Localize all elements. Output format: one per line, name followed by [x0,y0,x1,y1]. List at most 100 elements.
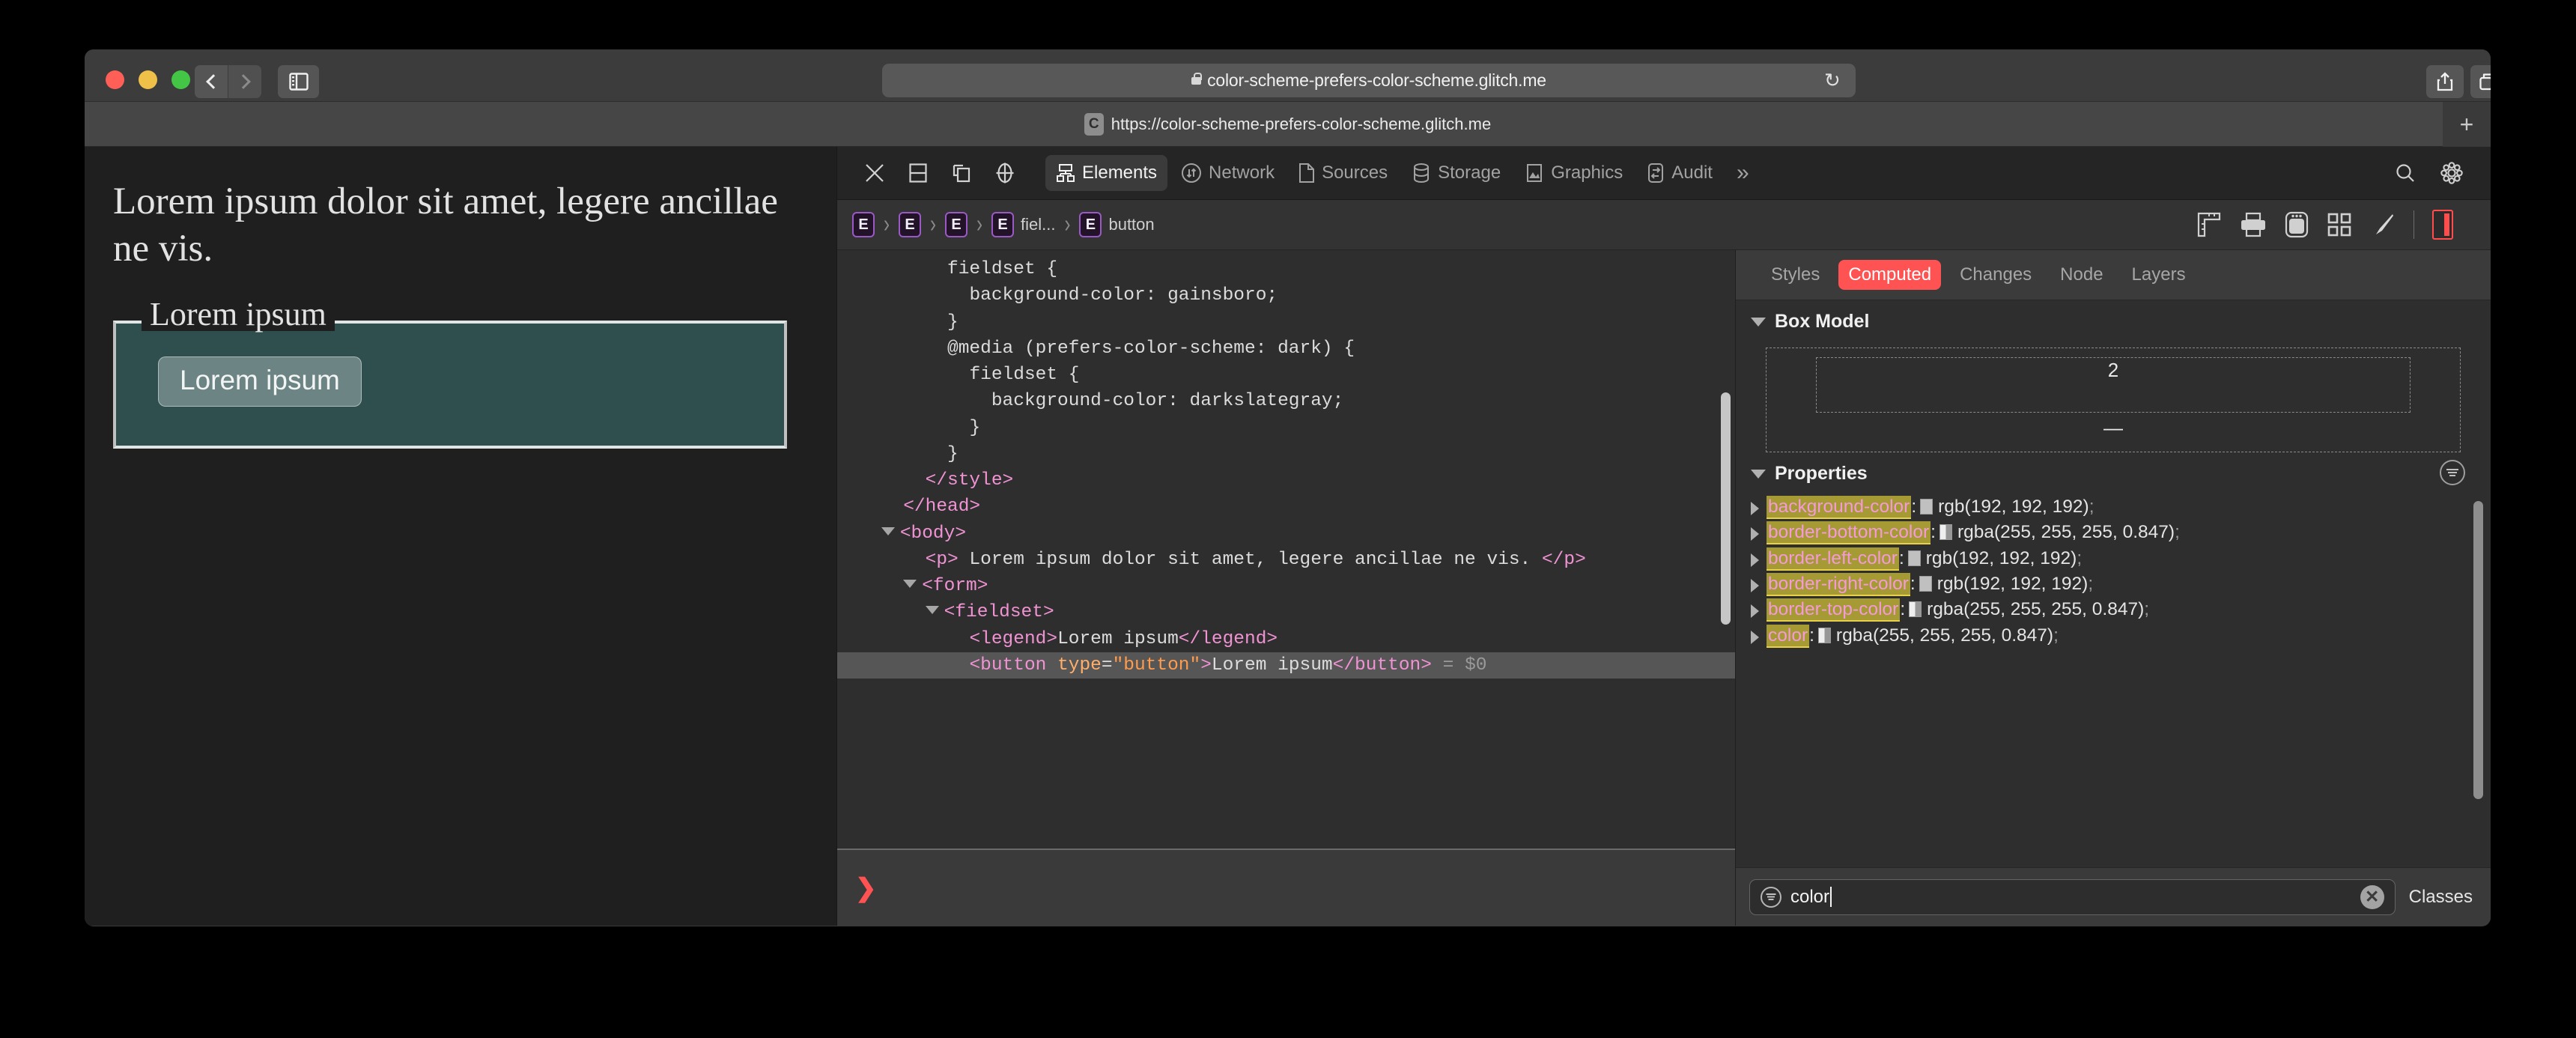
computed-property-row[interactable]: color: rgba(255, 255, 255, 0.847); [1751,624,2446,648]
audit-icon [1647,163,1665,183]
color-swatch-icon[interactable] [1920,499,1933,515]
page-paragraph: Lorem ipsum dolor sit amet, legere ancil… [113,180,778,270]
chevron-right-icon[interactable] [1751,578,1759,592]
dom-line[interactable]: background-color: gainsboro; [837,282,1735,309]
inspect-element-button[interactable] [985,155,1024,191]
layout-sidebar-toggle[interactable] [2432,210,2453,240]
breadcrumb-separator: › [1064,210,1071,239]
computed-property-row[interactable]: border-left-color: rgb(192, 192, 192); [1751,547,2446,571]
devtools-toolbar: Elements Network Sources Storage Graphic… [837,147,2491,200]
chevron-right-icon[interactable] [1751,630,1759,644]
device-mode-button[interactable] [2285,211,2309,238]
dom-line[interactable]: </style> [837,467,1735,494]
computed-property-body: border-right-color: rgb(192, 192, 192); [1767,572,2446,596]
properties-filter-icon[interactable] [2440,460,2465,485]
color-swatch-icon[interactable] [1817,627,1831,643]
new-tab-button[interactable]: + [2443,102,2491,147]
clear-filter-button[interactable]: ✕ [2360,884,2384,909]
undock-button[interactable] [942,155,981,191]
tab-audit[interactable]: Audit [1636,155,1723,191]
share-button[interactable] [2426,65,2464,98]
dom-line[interactable]: } [837,441,1735,467]
forward-button[interactable] [228,65,261,98]
tab-overview-button[interactable] [2470,65,2491,98]
box-model-section-header[interactable]: Box Model [1736,300,2491,337]
more-tabs-button[interactable]: » [1726,155,1760,191]
tab-title[interactable]: https://color-scheme-prefers-color-schem… [1111,115,1491,134]
close-devtools-button[interactable] [855,155,894,191]
computed-property-name: border-right-color [1767,572,1910,596]
tab-network[interactable]: Network [1170,155,1285,191]
breadcrumb-item-1[interactable]: E [899,212,921,237]
chevron-down-icon [1751,317,1766,327]
tab-node[interactable]: Node [2050,260,2112,290]
properties-scrollbar[interactable] [2473,501,2483,799]
print-button[interactable] [2240,212,2267,237]
tab-computed[interactable]: Computed [1838,260,1942,290]
dom-line[interactable]: <fieldset> [837,599,1735,625]
minimize-window-button[interactable] [139,70,157,89]
grid-overlay-button[interactable] [2327,212,2352,237]
dom-line[interactable]: <p> Lorem ipsum dolor sit amet, legere a… [837,547,1735,573]
box-model-top-value: 2 [2107,359,2119,381]
dom-line[interactable]: } [837,309,1735,336]
close-window-button[interactable] [106,70,124,89]
chevron-right-icon[interactable] [1751,604,1759,619]
tab-layers[interactable]: Layers [2122,260,2196,290]
title-bar: color-scheme-prefers-color-scheme.glitch… [85,49,2491,102]
dom-line[interactable]: fieldset { [837,256,1735,282]
dom-line[interactable]: background-color: darkslategray; [837,388,1735,414]
chevron-right-icon[interactable] [1751,502,1759,515]
properties-filter-input[interactable]: color ✕ [1749,878,2396,915]
breadcrumb-item-2[interactable]: E [945,212,967,237]
computed-property-row[interactable]: border-bottom-color: rgba(255, 255, 255, … [1751,520,2446,545]
tab-changes[interactable]: Changes [1950,260,2041,290]
reload-button[interactable]: ↻ [1824,70,1842,90]
tab-storage[interactable]: Storage [1401,155,1511,191]
computed-property-row[interactable]: background-color: rgb(192, 192, 192); [1751,495,2446,519]
chevron-right-icon[interactable] [1751,553,1759,567]
dom-line[interactable]: <legend>Lorem ipsum</legend> [837,626,1735,652]
color-swatch-icon[interactable] [1939,524,1952,541]
disclosure-triangle-icon[interactable] [925,606,939,615]
color-swatch-icon[interactable] [1919,575,1932,592]
dom-line[interactable]: fieldset { [837,362,1735,388]
chevron-right-icon[interactable] [1751,527,1759,541]
tab-elements[interactable]: Elements [1045,155,1168,191]
dom-line[interactable]: </head> [837,494,1735,520]
computed-property-row[interactable]: border-right-color: rgb(192, 192, 192); [1751,572,2446,596]
paintbrush-button[interactable] [2370,212,2396,237]
dom-code[interactable]: fieldset { background-color: gainsboro; … [837,250,1735,849]
dom-line[interactable]: <button type="button">Lorem ipsum</butto… [837,652,1735,679]
breadcrumb-item-0[interactable]: E [852,212,875,237]
dom-line[interactable]: @media (prefers-color-scheme: dark) { [837,336,1735,362]
properties-title: Properties [1775,463,1868,484]
address-bar[interactable]: color-scheme-prefers-color-scheme.glitch… [882,64,1856,97]
disclosure-triangle-icon[interactable] [903,580,917,589]
dom-token: > [1200,655,1212,676]
dom-scrollbar[interactable] [1721,392,1731,625]
back-button[interactable] [195,65,228,98]
zoom-window-button[interactable] [171,70,190,89]
dock-bottom-button[interactable] [899,155,938,191]
properties-section-header[interactable]: Properties [1736,452,2491,489]
disclosure-triangle-icon[interactable] [881,526,895,535]
classes-button[interactable]: Classes [2409,887,2473,908]
breadcrumb-item-button[interactable]: E button [1079,212,1155,237]
tab-styles[interactable]: Styles [1761,260,1829,290]
breadcrumb-item-fieldset[interactable]: E fiel... [991,212,1055,237]
tab-sources[interactable]: Sources [1288,155,1398,191]
color-swatch-icon[interactable] [1907,550,1921,566]
dom-line[interactable]: <form> [837,573,1735,599]
computed-property-row[interactable]: border-top-color: rgba(255, 255, 255, 0.8… [1751,598,2446,622]
color-swatch-icon[interactable] [1909,601,1922,618]
dom-line[interactable]: <body> [837,520,1735,547]
page-lorem-ipsum-button[interactable]: Lorem ipsum [158,356,362,407]
show-sidebar-button[interactable] [278,65,319,98]
tab-graphics[interactable]: Graphics [1514,155,1633,191]
ruler-button[interactable] [2196,211,2222,238]
devtools-settings-button[interactable] [2432,155,2471,191]
devtools-search-button[interactable] [2386,155,2425,191]
console-drawer[interactable]: ❯ [837,849,1735,926]
dom-line[interactable]: } [837,415,1735,441]
